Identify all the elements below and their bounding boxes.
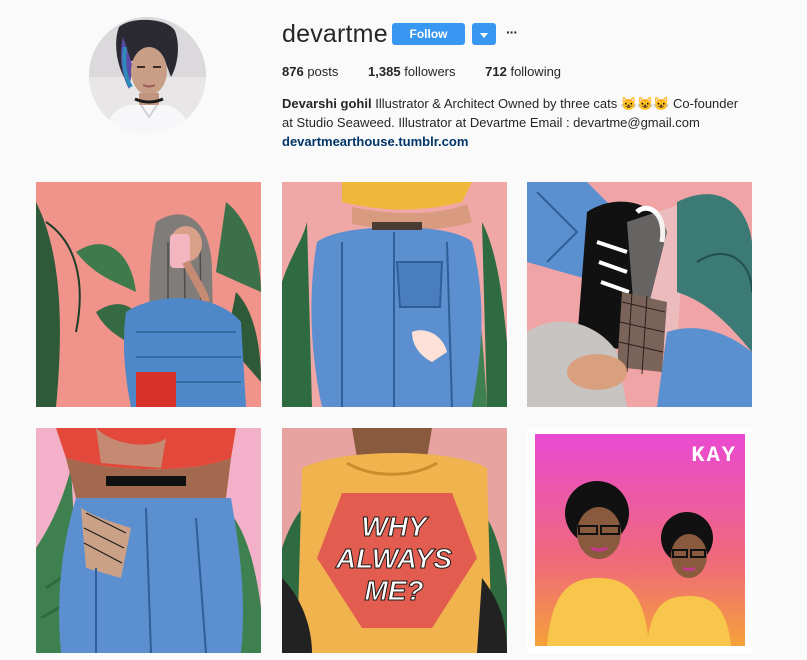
shirt-text-why: WHY <box>361 511 429 542</box>
post-tile-5[interactable]: WHY ALWAYS ME? <box>282 428 507 653</box>
post-tile-6[interactable]: KAY <box>527 428 752 653</box>
more-options-icon[interactable]: ··· <box>506 23 518 41</box>
followers-stat[interactable]: 1,385 followers <box>368 64 455 79</box>
following-count: 712 <box>485 64 507 79</box>
profile-username: devartme <box>282 20 388 48</box>
website-link[interactable]: devartmearthouse.tumblr.com <box>282 132 752 151</box>
post-tile-1[interactable] <box>36 182 261 407</box>
post-tile-3[interactable] <box>527 182 752 407</box>
chevron-down-icon <box>480 25 488 43</box>
followers-count: 1,385 <box>368 64 401 79</box>
suggestions-dropdown-button[interactable] <box>472 23 496 45</box>
post-tile-2[interactable] <box>282 182 507 407</box>
following-label: following <box>510 64 562 79</box>
kay-text: KAY <box>691 443 737 468</box>
shirt-text-always: ALWAYS <box>335 543 452 574</box>
followers-label: followers <box>404 64 456 79</box>
post-tile-4[interactable] <box>36 428 261 653</box>
full-name: Devarshi gohil <box>282 96 372 111</box>
posts-stat: 876 posts <box>282 64 338 79</box>
profile-avatar[interactable] <box>89 17 206 134</box>
profile-stats: 876 posts 1,385 followers 712 following <box>282 64 587 79</box>
follow-button[interactable]: Follow <box>392 23 465 45</box>
posts-count: 876 <box>282 64 304 79</box>
following-stat[interactable]: 712 following <box>485 64 561 79</box>
profile-bio: Devarshi gohil Illustrator & Architect O… <box>282 94 752 151</box>
posts-label: posts <box>307 64 339 79</box>
shirt-text-me: ME? <box>364 575 423 606</box>
